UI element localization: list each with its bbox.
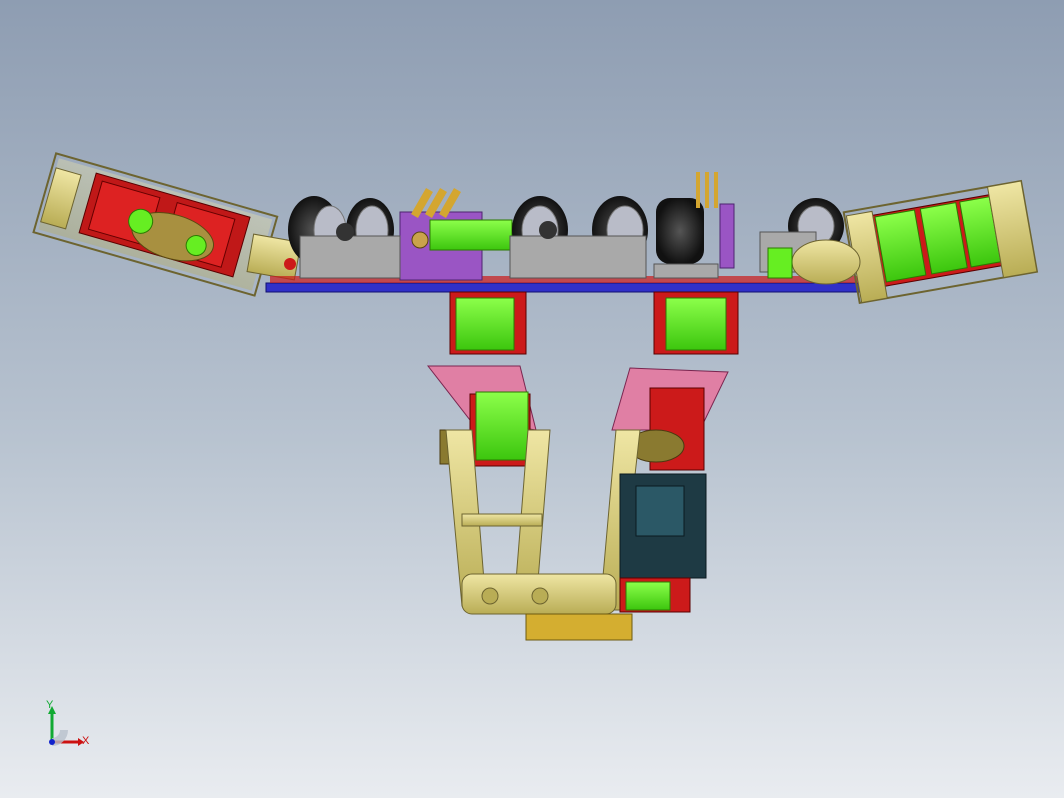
center-caster-pair[interactable] xyxy=(509,196,648,279)
hip-servo-right[interactable] xyxy=(653,291,739,355)
robot-assembly-model[interactable] xyxy=(0,0,1064,798)
drive-wheel[interactable] xyxy=(653,172,735,279)
right-leg[interactable] xyxy=(599,367,729,613)
cad-3d-viewport[interactable]: X Y xyxy=(0,0,1064,798)
coordinate-triad: X Y xyxy=(38,698,98,758)
z-axis-dot xyxy=(49,739,55,745)
center-mount-bracket[interactable] xyxy=(399,188,513,281)
y-axis-label: Y xyxy=(46,699,54,711)
hip-servo-left[interactable] xyxy=(449,291,527,355)
left-caster-pair[interactable] xyxy=(288,196,401,279)
left-arm-assembly[interactable] xyxy=(32,152,302,297)
x-axis-label: X xyxy=(82,735,90,747)
left-leg[interactable] xyxy=(426,365,551,607)
foot-assembly[interactable] xyxy=(461,573,633,641)
